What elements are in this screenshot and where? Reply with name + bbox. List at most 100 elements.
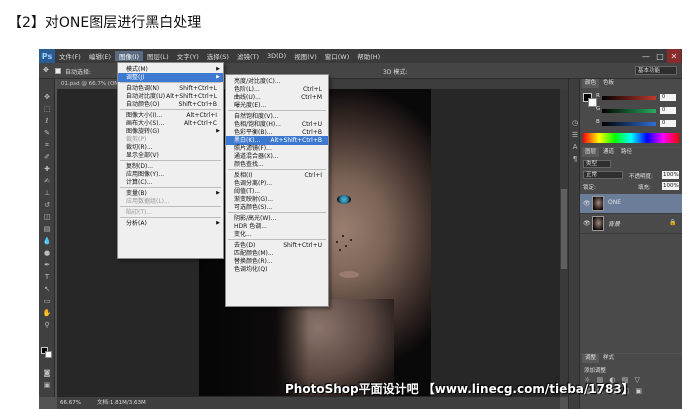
menu-separator <box>120 82 221 83</box>
red-slider[interactable] <box>602 96 656 100</box>
paragraph-panel-icon[interactable]: ¶ <box>570 155 580 163</box>
menu-item-label: 反相(I) <box>234 172 253 179</box>
document-size: 文档:1.81M/3.63M <box>97 400 146 406</box>
tab-paths[interactable]: 路径 <box>618 148 635 157</box>
menu-type[interactable]: 文字(Y) <box>173 51 203 61</box>
menu-select[interactable]: 选择(S) <box>203 51 233 61</box>
menu-item-label: 阴影/高光(W)... <box>234 215 277 222</box>
adjustments-title: 添加调整 <box>584 368 607 374</box>
menu-3d[interactable]: 3D(D) <box>263 52 290 60</box>
opacity-value[interactable]: 100% <box>662 171 679 179</box>
menu-item[interactable]: 自动颜色(O) Shift+Ctrl+B <box>118 100 223 109</box>
move-tool-icon[interactable]: ✥ <box>43 66 49 74</box>
menu-item[interactable]: 颜色查找... <box>226 160 328 169</box>
menu-file[interactable]: 文件(F) <box>55 51 85 61</box>
3d-mode-label: 3D 模式: <box>383 69 408 76</box>
tab-styles[interactable]: 样式 <box>600 354 617 363</box>
green-slider[interactable] <box>602 109 656 113</box>
blur-tool-icon[interactable]: 💧 <box>42 237 52 245</box>
healing-tool-icon[interactable]: ✚ <box>42 165 52 173</box>
menu-edit[interactable]: 编辑(E) <box>85 51 115 61</box>
vertical-scroll-thumb[interactable] <box>561 189 567 269</box>
menu-item-label: 应用图像(Y)... <box>126 171 165 178</box>
layer-kind-filter[interactable]: 类型 <box>583 160 611 168</box>
path-select-tool-icon[interactable]: ↖ <box>42 285 52 293</box>
layer-row-background[interactable]: 👁 背景 🔒 <box>580 214 682 234</box>
menu-bar: Ps 文件(F) 编辑(E) 图像(I) 图层(L) 文字(Y) 选择(S) 滤… <box>39 49 682 63</box>
tab-layers[interactable]: 图层 <box>582 148 600 157</box>
workspace-select[interactable]: 基本功能 <box>635 66 677 75</box>
maximize-button[interactable]: □ <box>653 49 667 63</box>
menu-item-label: 色阶(L)... <box>234 86 260 93</box>
properties-panel-icon[interactable]: ☰ <box>570 131 580 139</box>
layer-row-one[interactable]: 👁 ONE <box>580 194 682 214</box>
menu-item[interactable]: 显示全部(V) <box>118 151 223 160</box>
background-color-swatch[interactable] <box>45 351 52 358</box>
eyedropper-tool-icon[interactable]: ✐ <box>42 153 52 161</box>
tab-swatches[interactable]: 色板 <box>600 79 617 88</box>
close-button[interactable]: ✕ <box>667 49 681 63</box>
crop-tool-icon[interactable]: ⌗ <box>42 141 52 149</box>
zoom-tool-icon[interactable]: ⚲ <box>42 321 52 329</box>
quick-mask-icon[interactable]: ◙ <box>42 369 52 377</box>
menu-item[interactable]: 曝光度(E)... <box>226 101 328 110</box>
menu-item-label: 裁切(R)... <box>126 144 153 151</box>
hand-tool-icon[interactable]: ✋ <box>42 309 52 317</box>
tab-color[interactable]: 颜色 <box>582 79 600 88</box>
menu-item-label: 曝光度(E)... <box>234 102 267 109</box>
menu-item-label: 色调分离(P)... <box>234 180 273 187</box>
gradient-tool-icon[interactable]: ▤ <box>42 225 52 233</box>
menu-view[interactable]: 视图(V) <box>290 51 321 61</box>
menu-help[interactable]: 帮助(H) <box>353 51 384 61</box>
fill-value[interactable]: 100% <box>662 182 679 190</box>
move-tool-icon[interactable]: ✥ <box>42 93 52 101</box>
dodge-tool-icon[interactable]: ● <box>42 249 52 257</box>
screen-mode-icon[interactable]: ▣ <box>42 381 52 389</box>
menu-image[interactable]: 图像(I) <box>115 51 143 61</box>
menu-item-label: 亮度/对比度(C)... <box>234 78 281 85</box>
type-tool-icon[interactable]: T <box>42 273 52 281</box>
blend-mode-select[interactable]: 正常 <box>583 171 623 179</box>
blue-value[interactable]: 0 <box>660 120 676 127</box>
menu-item-label: 可选颜色(S)... <box>234 204 273 211</box>
menu-item[interactable]: 可选颜色(S)... <box>226 203 328 212</box>
menu-window[interactable]: 窗口(W) <box>321 51 354 61</box>
menu-layer[interactable]: 图层(L) <box>143 51 173 61</box>
menu-item-label: 分析(A) <box>126 220 147 227</box>
visibility-eye-icon[interactable]: 👁 <box>583 200 591 207</box>
tab-channels[interactable]: 通道 <box>600 148 617 157</box>
menu-item[interactable]: 变化... <box>226 230 328 239</box>
quick-select-tool-icon[interactable]: ✎ <box>42 129 52 137</box>
green-value[interactable]: 0 <box>660 107 676 114</box>
submenu-arrow-icon: ▶ <box>216 74 220 80</box>
shape-tool-icon[interactable]: ▭ <box>42 297 52 305</box>
menu-item[interactable]: 分析(A) ▶ <box>118 219 223 228</box>
freckle <box>336 241 338 243</box>
menu-item[interactable]: 色调均化(Q) <box>226 265 328 274</box>
menu-item-label: 照片滤镜(F)... <box>234 145 272 152</box>
minimize-button[interactable]: — <box>639 49 653 63</box>
visibility-eye-icon[interactable]: 👁 <box>583 220 591 227</box>
zoom-level[interactable]: 66.67% <box>60 397 81 409</box>
brush-tool-icon[interactable]: ✍ <box>42 177 52 185</box>
lasso-tool-icon[interactable]: ℓ <box>42 117 52 125</box>
stamp-tool-icon[interactable]: ⊥ <box>42 189 52 197</box>
history-panel-icon[interactable]: ◷ <box>570 119 580 127</box>
menu-item[interactable]: 计算(C)... <box>118 178 223 187</box>
pen-tool-icon[interactable]: ✒ <box>42 261 52 269</box>
tools-panel: ✥ ⬚ ℓ ✎ ⌗ ✐ ✚ ✍ ⊥ ↺ ◫ ▤ 💧 ● ✒ T ↖ ▭ ✋ ⚲ … <box>39 79 55 397</box>
auto-select-checkbox[interactable] <box>55 68 61 74</box>
marquee-tool-icon[interactable]: ⬚ <box>42 105 52 113</box>
tab-adjustments[interactable]: 调整 <box>582 354 600 363</box>
blue-slider[interactable] <box>602 122 656 126</box>
menu-filter[interactable]: 滤镜(T) <box>233 51 263 61</box>
history-brush-icon[interactable]: ↺ <box>42 201 52 209</box>
eraser-tool-icon[interactable]: ◫ <box>42 213 52 221</box>
character-panel-icon[interactable]: A <box>570 143 580 151</box>
red-value[interactable]: 0 <box>660 94 676 101</box>
menu-item-label: 调整(J) <box>126 74 145 81</box>
menu-item-label: 通道混合器(X)... <box>234 153 279 160</box>
color-spectrum-bar[interactable] <box>583 133 679 143</box>
opacity-label: 不透明度: <box>629 174 653 180</box>
menu-item[interactable]: 调整(J) ▶ <box>118 73 223 82</box>
